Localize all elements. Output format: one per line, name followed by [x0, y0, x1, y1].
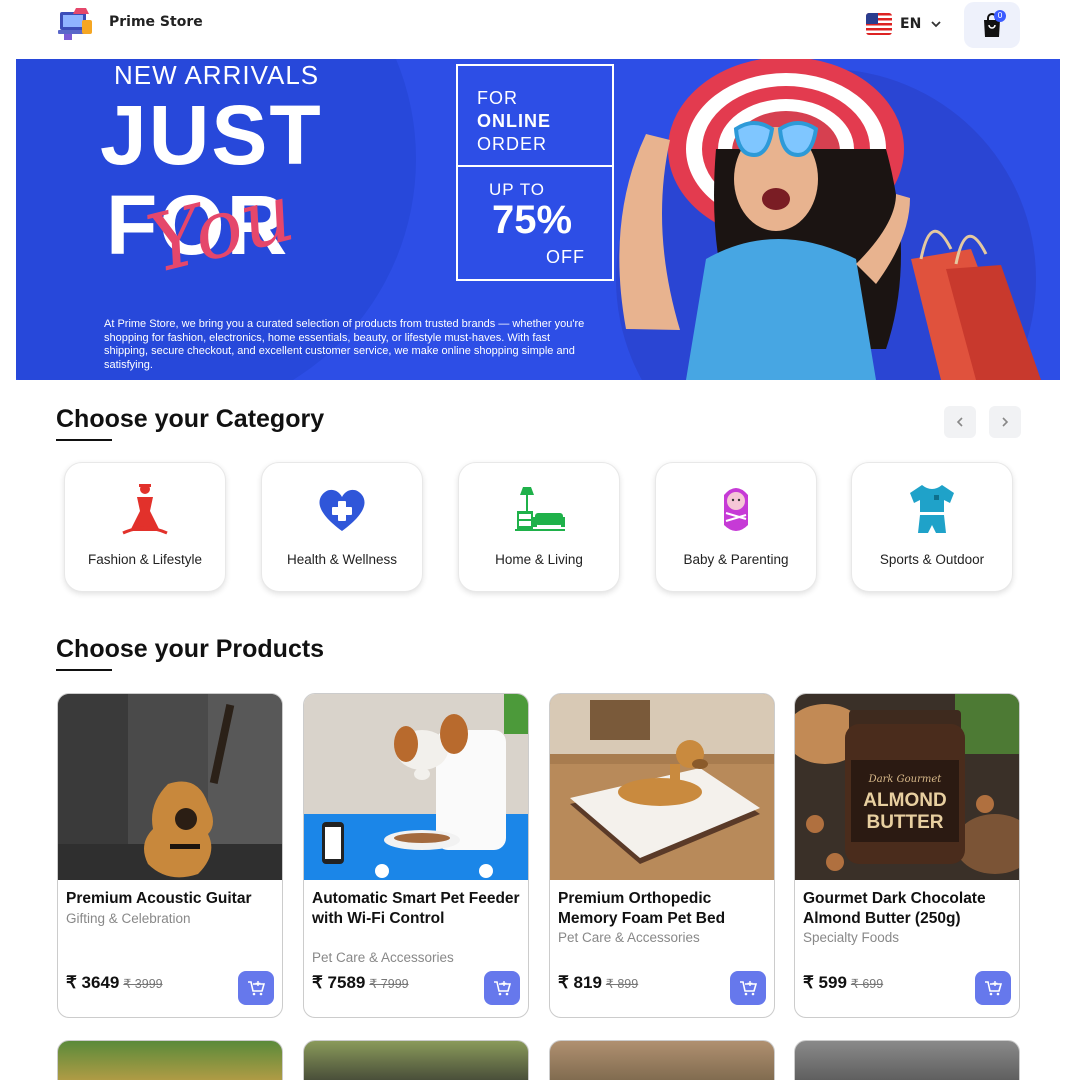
product-image-pet-feeder — [304, 694, 528, 880]
product-image-almond-butter: Dark Gourmet ALMOND BUTTER — [795, 694, 1019, 880]
product-card[interactable]: Automatic Smart Pet Feeder with Wi-Fi Co… — [303, 693, 529, 1018]
product-title-underline — [56, 669, 112, 671]
add-to-cart-button[interactable] — [238, 971, 274, 1005]
offer-line-3: ORDER — [477, 134, 548, 154]
jar-label-top: Dark Gourmet — [868, 774, 943, 785]
language-code: EN — [900, 16, 922, 32]
product-category: Pet Care & Accessories — [558, 930, 700, 945]
hero-banner[interactable]: NEW ARRIVALS JUST FOR You FOR ONLINE ORD… — [16, 59, 1060, 380]
category-title-underline — [56, 439, 112, 441]
product-price: ₹ 599 ₹ 699 — [803, 973, 883, 993]
add-to-cart-button[interactable] — [975, 971, 1011, 1005]
category-label: Baby & Parenting — [683, 552, 789, 567]
product-name[interactable]: Premium Orthopedic Memory Foam Pet Bed — [558, 889, 770, 928]
baby-icon — [724, 488, 748, 531]
fashion-icon — [122, 484, 168, 535]
product-category: Pet Care & Accessories — [312, 950, 454, 965]
sports-jersey-icon — [910, 485, 954, 533]
price-value: ₹ 3649 — [66, 973, 120, 992]
offer-line-2: ONLINE — [477, 111, 552, 131]
category-next-button[interactable] — [989, 406, 1021, 438]
category-card-fashion[interactable]: Fashion & Lifestyle — [64, 462, 226, 592]
product-name[interactable]: Automatic Smart Pet Feeder with Wi-Fi Co… — [312, 889, 524, 928]
product-category: Specialty Foods — [803, 930, 900, 945]
cart-count-badge: 0 — [994, 10, 1006, 22]
category-label: Fashion & Lifestyle — [87, 552, 203, 567]
product-card-partial[interactable] — [57, 1040, 283, 1080]
cart-button[interactable]: 0 — [964, 2, 1020, 48]
add-to-cart-icon — [985, 981, 1002, 996]
add-to-cart-button[interactable] — [484, 971, 520, 1005]
product-category: Gifting & Celebration — [66, 911, 191, 926]
category-card-baby[interactable]: Baby & Parenting — [655, 462, 817, 592]
chevron-left-icon — [956, 417, 963, 427]
original-price: ₹ 899 — [605, 977, 639, 991]
chevron-right-icon — [1002, 417, 1009, 427]
product-section-title: Choose your Products — [56, 635, 325, 663]
store-logo-icon[interactable] — [56, 4, 96, 44]
add-to-cart-icon — [248, 981, 265, 996]
banner-model-image — [619, 59, 1041, 380]
offer-upto: UP TO — [489, 180, 546, 199]
product-image-pet-bed — [550, 694, 774, 880]
product-card-partial[interactable] — [549, 1040, 775, 1080]
chevron-down-icon — [931, 21, 941, 28]
original-price: ₹ 3999 — [123, 977, 163, 991]
add-to-cart-icon — [494, 981, 511, 996]
category-card-sports[interactable]: Sports & Outdoor — [851, 462, 1013, 592]
offer-percent: 75% — [492, 198, 573, 242]
product-card-partial[interactable] — [794, 1040, 1020, 1080]
offer-line-1: FOR — [477, 88, 518, 108]
category-label: Home & Living — [495, 552, 583, 567]
product-card[interactable]: Premium Orthopedic Memory Foam Pet Bed P… — [549, 693, 775, 1018]
banner-description: At Prime Store, we bring you a curated s… — [104, 318, 585, 371]
brand-name[interactable]: Prime Store — [109, 14, 203, 30]
category-card-home[interactable]: Home & Living — [458, 462, 620, 592]
category-label: Sports & Outdoor — [879, 552, 985, 567]
home-living-icon — [515, 487, 565, 531]
product-card-partial[interactable] — [303, 1040, 529, 1080]
price-value: ₹ 819 — [558, 973, 602, 992]
product-image-guitar — [58, 694, 282, 880]
jar-label-line-2: BUTTER — [866, 812, 943, 833]
original-price: ₹ 699 — [850, 977, 884, 991]
offer-off: OFF — [546, 247, 585, 267]
category-card-health[interactable]: Health & Wellness — [261, 462, 423, 592]
product-name[interactable]: Premium Acoustic Guitar — [66, 889, 278, 909]
banner-headline-1: JUST — [100, 88, 323, 182]
top-header: Prime Store EN 0 — [0, 0, 1080, 54]
add-to-cart-icon — [740, 981, 757, 996]
language-selector[interactable]: EN — [866, 10, 943, 38]
jar-label-line-1: ALMOND — [863, 790, 946, 811]
product-card[interactable]: Premium Acoustic Guitar Gifting & Celebr… — [57, 693, 283, 1018]
product-card[interactable]: Dark Gourmet ALMOND BUTTER Gourmet Dark … — [794, 693, 1020, 1018]
product-price: ₹ 7589 ₹ 7999 — [312, 973, 409, 993]
original-price: ₹ 7999 — [369, 977, 409, 991]
price-value: ₹ 599 — [803, 973, 847, 992]
banner-kicker: NEW ARRIVALS — [114, 60, 320, 90]
health-heart-icon — [319, 489, 365, 531]
product-price: ₹ 819 ₹ 899 — [558, 973, 638, 993]
category-prev-button[interactable] — [944, 406, 976, 438]
price-value: ₹ 7589 — [312, 973, 366, 992]
us-flag-icon — [866, 13, 892, 35]
category-section-title: Choose your Category — [56, 405, 325, 433]
add-to-cart-button[interactable] — [730, 971, 766, 1005]
category-label: Health & Wellness — [286, 552, 398, 567]
product-price: ₹ 3649 ₹ 3999 — [66, 973, 163, 993]
product-name[interactable]: Gourmet Dark Chocolate Almond Butter (25… — [803, 889, 1015, 928]
